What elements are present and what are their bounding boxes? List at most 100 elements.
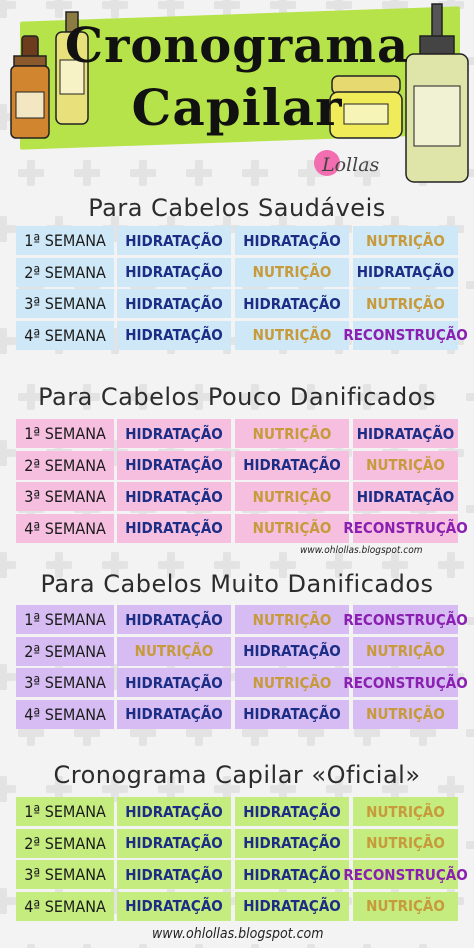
treatment-cell: HIDRATAÇÃO: [117, 797, 231, 826]
table-pouco-danificados: 1ª SEMANA HIDRATAÇÃO NUTRIÇÃO HIDRATAÇÃO 2ª …: [16, 419, 468, 546]
plus-pattern-icon: [464, 718, 474, 748]
table-row: 1ª SEMANA HIDRATAÇÃO NUTRIÇÃO RECONSTRUÇÃO: [16, 605, 468, 637]
treatment-cell: NUTRIÇÃO: [235, 668, 349, 697]
treatment-cell: RECONSTRUÇÃO: [343, 860, 468, 889]
treatment-cell: HIDRATAÇÃO: [235, 828, 349, 858]
treatment-cell: HIDRATAÇÃO: [235, 891, 349, 921]
section-title-oficial: Cronograma Capilar «Oficial»: [53, 761, 421, 789]
table-saudaveis: 1ª SEMANA HIDRATAÇÃO HIDRATAÇÃO NUTRIÇÃO 2ª …: [16, 226, 468, 352]
plus-pattern-icon: [464, 270, 474, 300]
week-label: 1ª SEMANA: [16, 226, 114, 255]
week-label: 3ª SEMANA: [16, 289, 114, 318]
treatment-cell: NUTRIÇÃO: [353, 450, 458, 480]
treatment-cell: HIDRATAÇÃO: [117, 860, 231, 889]
plus-pattern-icon: [240, 942, 270, 948]
treatment-cell: HIDRATAÇÃO: [117, 289, 231, 318]
table-row: 4ª SEMANA HIDRATAÇÃO HIDRATAÇÃO NUTRIÇÃO: [16, 891, 458, 924]
week-label: 3ª SEMANA: [16, 482, 114, 511]
treatment-cell: RECONSTRUÇÃO: [343, 320, 468, 350]
week-label: 3ª SEMANA: [16, 668, 114, 697]
treatment-cell: HIDRATAÇÃO: [353, 419, 458, 448]
header: Cronograma Capilar Lollas: [0, 0, 474, 190]
week-label: 3ª SEMANA: [16, 860, 114, 889]
treatment-cell: HIDRATAÇÃO: [235, 797, 349, 826]
treatment-cell: NUTRIÇÃO: [235, 320, 349, 350]
watermark-bottom: www.ohlollas.blogspot.com: [152, 926, 324, 942]
table-row: 1ª SEMANA HIDRATAÇÃO NUTRIÇÃO HIDRATAÇÃO: [16, 419, 458, 451]
table-muito-danificados: 1ª SEMANA HIDRATAÇÃO NUTRIÇÃO RECONSTRUÇÃO 2…: [16, 605, 468, 732]
section-title-saudaveis: Para Cabelos Saudáveis: [88, 194, 386, 222]
table-row: 3ª SEMANA HIDRATAÇÃO HIDRATAÇÃO RECONSTRUÇÃ…: [16, 860, 468, 892]
table-row: 1ª SEMANA HIDRATAÇÃO HIDRATAÇÃO NUTRIÇÃO: [16, 226, 458, 258]
treatment-cell: HIDRATAÇÃO: [117, 450, 231, 480]
week-label: 4ª SEMANA: [16, 320, 114, 350]
treatment-cell: HIDRATAÇÃO: [235, 289, 349, 318]
treatment-cell: HIDRATAÇÃO: [235, 699, 349, 729]
plus-pattern-icon: [296, 942, 326, 948]
title-line-1: Cronograma: [64, 18, 410, 74]
treatment-cell: HIDRATAÇÃO: [117, 828, 231, 858]
treatment-cell: NUTRIÇÃO: [117, 636, 231, 666]
table-row: 3ª SEMANA HIDRATAÇÃO NUTRIÇÃO HIDRATAÇÃO: [16, 482, 458, 514]
treatment-cell: RECONSTRUÇÃO: [343, 605, 468, 634]
treatment-cell: HIDRATAÇÃO: [235, 860, 349, 889]
week-label: 1ª SEMANA: [16, 797, 114, 826]
table-row: 1ª SEMANA HIDRATAÇÃO HIDRATAÇÃO NUTRIÇÃO: [16, 797, 458, 829]
treatment-cell: NUTRIÇÃO: [235, 513, 349, 543]
table-row: 3ª SEMANA HIDRATAÇÃO HIDRATAÇÃO NUTRIÇÃO: [16, 289, 458, 321]
brand-name: Lollas: [322, 154, 380, 176]
treatment-cell: HIDRATAÇÃO: [235, 226, 349, 255]
treatment-cell: HIDRATAÇÃO: [117, 668, 231, 697]
section-title-pouco-danificados: Para Cabelos Pouco Danificados: [38, 383, 436, 411]
treatment-cell: HIDRATAÇÃO: [117, 226, 231, 255]
week-label: 1ª SEMANA: [16, 605, 114, 634]
treatment-cell: HIDRATAÇÃO: [117, 419, 231, 448]
treatment-cell: NUTRIÇÃO: [353, 226, 458, 255]
plus-pattern-icon: [464, 942, 474, 948]
plus-pattern-icon: [72, 942, 102, 948]
watermark-middle: www.ohlollas.blogspot.com: [300, 545, 423, 556]
treatment-cell: HIDRATAÇÃO: [353, 257, 458, 287]
treatment-cell: NUTRIÇÃO: [235, 482, 349, 511]
week-label: 4ª SEMANA: [16, 699, 114, 729]
treatment-cell: RECONSTRUÇÃO: [343, 513, 468, 543]
table-row: 2ª SEMANA NUTRIÇÃO HIDRATAÇÃO NUTRIÇÃO: [16, 636, 458, 669]
title-line-2: Capilar: [131, 78, 343, 137]
week-label: 4ª SEMANA: [16, 891, 114, 921]
plus-pattern-icon: [16, 942, 46, 948]
treatment-cell: NUTRIÇÃO: [353, 289, 458, 318]
table-row: 4ª SEMANA HIDRATAÇÃO NUTRIÇÃO RECONSTRUÇÃO: [16, 513, 468, 546]
treatment-cell: NUTRIÇÃO: [353, 891, 458, 921]
table-row: 2ª SEMANA HIDRATAÇÃO NUTRIÇÃO HIDRATAÇÃO: [16, 257, 458, 290]
table-row: 2ª SEMANA HIDRATAÇÃO HIDRATAÇÃO NUTRIÇÃO: [16, 828, 458, 861]
plus-pattern-icon: [128, 942, 158, 948]
week-label: 2ª SEMANA: [16, 257, 114, 287]
treatment-cell: NUTRIÇÃO: [353, 699, 458, 729]
treatment-cell: HIDRATAÇÃO: [235, 636, 349, 666]
plus-pattern-icon: [184, 942, 214, 948]
table-row: 4ª SEMANA HIDRATAÇÃO HIDRATAÇÃO NUTRIÇÃO: [16, 699, 458, 732]
treatment-cell: NUTRIÇÃO: [235, 605, 349, 634]
week-label: 1ª SEMANA: [16, 419, 114, 448]
week-label: 2ª SEMANA: [16, 636, 114, 666]
treatment-cell: HIDRATAÇÃO: [117, 482, 231, 511]
treatment-cell: NUTRIÇÃO: [353, 636, 458, 666]
treatment-cell: HIDRATAÇÃO: [117, 257, 231, 287]
treatment-cell: HIDRATAÇÃO: [117, 699, 231, 729]
treatment-cell: HIDRATAÇÃO: [235, 450, 349, 480]
week-label: 2ª SEMANA: [16, 450, 114, 480]
treatment-cell: HIDRATAÇÃO: [117, 605, 231, 634]
treatment-cell: HIDRATAÇÃO: [117, 513, 231, 543]
plus-pattern-icon: [408, 942, 438, 948]
table-row: 2ª SEMANA HIDRATAÇÃO HIDRATAÇÃO NUTRIÇÃO: [16, 450, 458, 483]
treatment-cell: HIDRATAÇÃO: [117, 320, 231, 350]
treatment-cell: NUTRIÇÃO: [353, 797, 458, 826]
week-label: 2ª SEMANA: [16, 828, 114, 858]
plus-pattern-icon: [352, 942, 382, 948]
table-row: 3ª SEMANA HIDRATAÇÃO NUTRIÇÃO RECONSTRUÇÃO: [16, 668, 468, 700]
treatment-cell: NUTRIÇÃO: [235, 419, 349, 448]
table-oficial: 1ª SEMANA HIDRATAÇÃO HIDRATAÇÃO NUTRIÇÃO 2ª …: [16, 797, 468, 924]
treatment-cell: HIDRATAÇÃO: [353, 482, 458, 511]
treatment-cell: NUTRIÇÃO: [353, 828, 458, 858]
section-title-muito-danificados: Para Cabelos Muito Danificados: [40, 570, 434, 598]
